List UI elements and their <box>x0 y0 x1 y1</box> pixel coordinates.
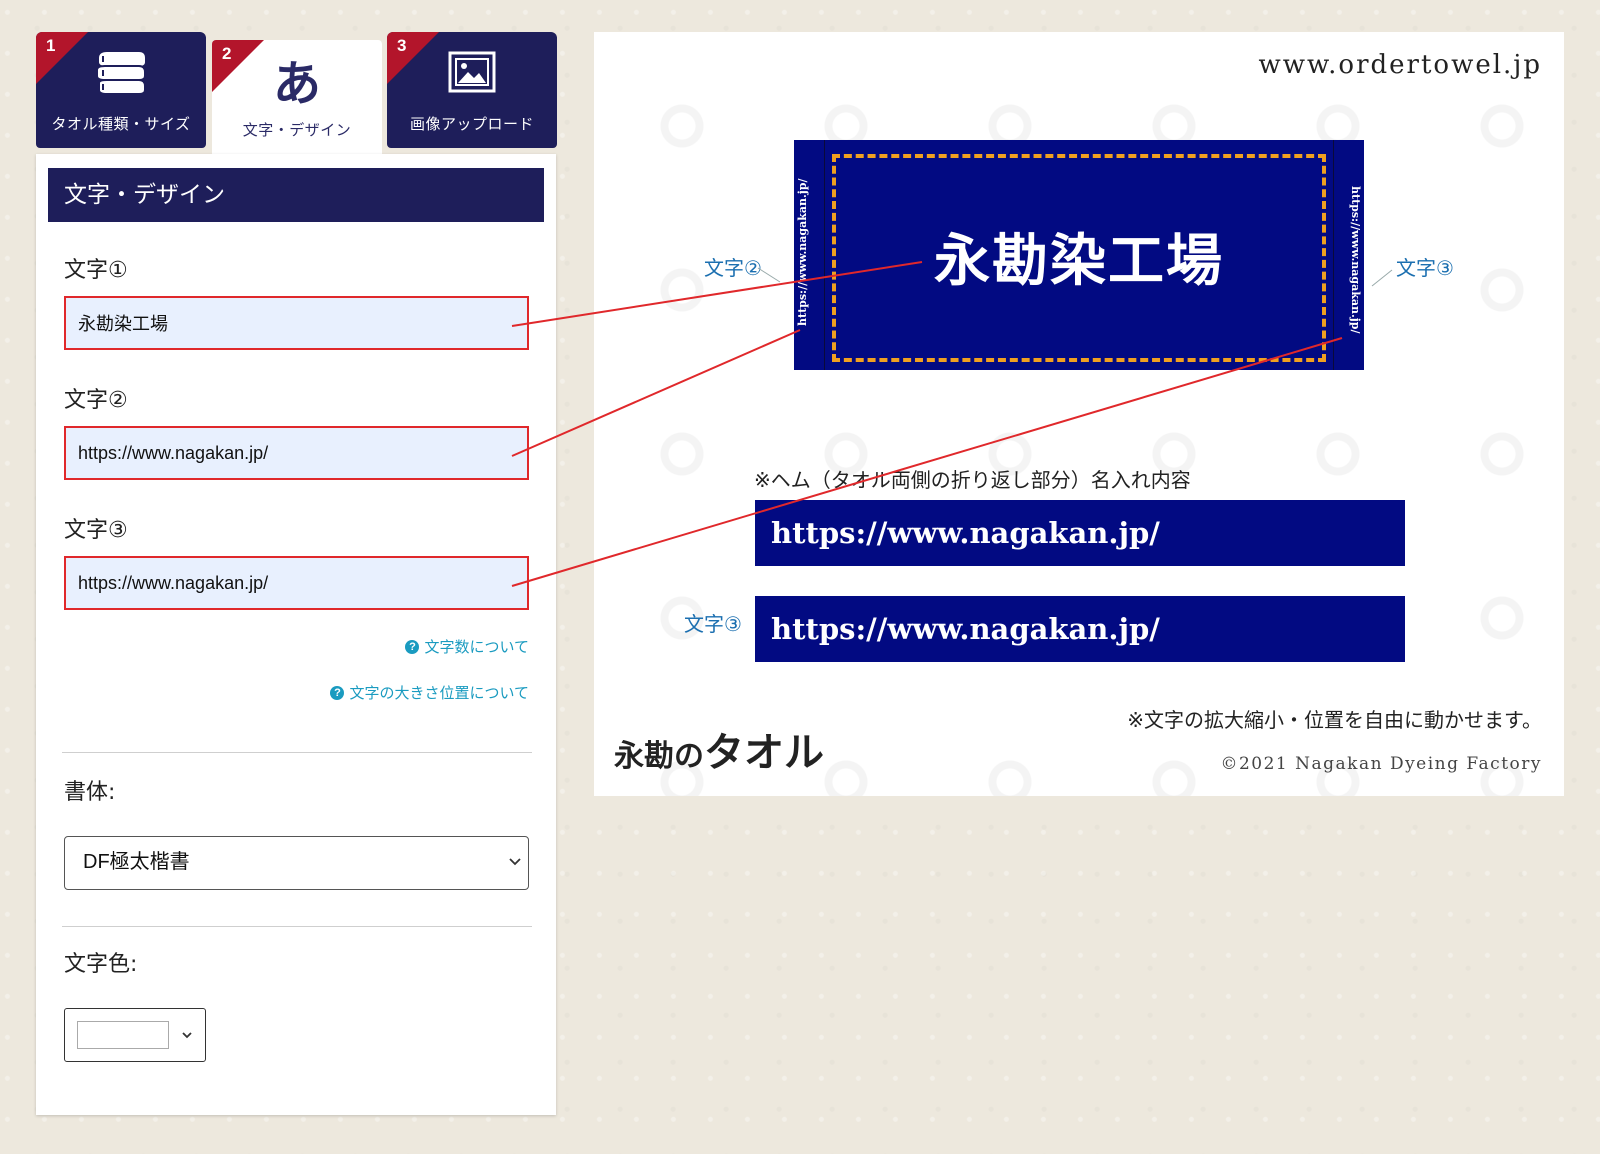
text3-hem-label: 文字③ <box>684 612 742 636</box>
text1-input[interactable] <box>64 296 529 350</box>
preview-site-domain: www.ordertowel.jp <box>1258 50 1542 80</box>
tab-label: 画像アップロード <box>409 115 534 133</box>
copyright: ©2021 Nagakan Dyeing Factory <box>1220 754 1542 774</box>
text2-side-label: 文字② <box>704 256 762 280</box>
hem-note: ※ヘム（タオル両側の折り返し部分）名入れ内容 <box>754 468 1191 492</box>
tab-label: 文字・デザイン <box>242 121 352 139</box>
text-color-picker[interactable] <box>64 1008 206 1062</box>
tab-text-design[interactable]: 2 あ 文字・デザイン <box>212 40 382 154</box>
size-position-help-link[interactable]: ? 文字の大きさ位置について <box>330 682 529 703</box>
tab-image-upload[interactable]: 3 画像アップロード <box>387 32 557 148</box>
panel-title: 文字・デザイン <box>48 168 544 222</box>
text3-side-label: 文字③ <box>1396 256 1454 280</box>
hem-text-bar: https://www.nagakan.jp/ <box>755 596 1405 662</box>
hiragana-a-icon: あ <box>272 56 321 112</box>
tab-towel-type-size[interactable]: 1 タオル種類・サイズ <box>36 32 206 148</box>
hem-text-bar: https://www.nagakan.jp/ <box>755 500 1405 566</box>
tab-label: タオル種類・サイズ <box>51 115 191 133</box>
logo-part: タオル <box>704 729 824 776</box>
text-color-label: 文字色: <box>64 952 138 977</box>
text3-input[interactable] <box>64 556 529 610</box>
text2-label: 文字② <box>64 388 128 413</box>
logo-part: 永勘の <box>614 739 704 774</box>
font-select-value: DF極太楷書 <box>83 851 190 873</box>
chevron-down-icon <box>181 1025 193 1049</box>
question-circle-icon: ? <box>330 685 345 700</box>
towel-main-text: 永勘染工場 <box>934 228 1224 294</box>
text2-input[interactable] <box>64 426 529 480</box>
towel-preview: www.ordertowel.jp https://www.nagakan.jp… <box>594 32 1564 796</box>
color-swatch <box>77 1021 169 1049</box>
text1-label: 文字① <box>64 258 128 283</box>
chevron-down-icon <box>508 837 522 909</box>
text3-label: 文字③ <box>64 518 128 543</box>
help-link-label: 文字数について <box>424 638 529 656</box>
preview-caption: ※文字の拡大縮小・位置を自由に動かせます。 <box>1127 708 1542 732</box>
text-design-panel: 文字・デザイン 文字① 文字② 文字③ ? 文字数について ? 文字の大きさ位置… <box>36 154 556 1115</box>
question-circle-icon: ? <box>405 639 420 654</box>
divider <box>62 752 532 753</box>
char-count-help-link[interactable]: ? 文字数について <box>405 636 529 657</box>
divider <box>62 926 532 927</box>
towel-mockup: https://www.nagakan.jp/ https://www.naga… <box>794 140 1364 370</box>
font-label: 書体: <box>64 780 116 805</box>
nagakan-towel-logo: 永勘のタオル <box>614 720 824 778</box>
font-select[interactable]: DF極太楷書 <box>64 836 529 890</box>
help-link-label: 文字の大きさ位置について <box>349 684 529 702</box>
towel-stack-icon <box>36 50 206 102</box>
image-icon <box>387 50 557 98</box>
